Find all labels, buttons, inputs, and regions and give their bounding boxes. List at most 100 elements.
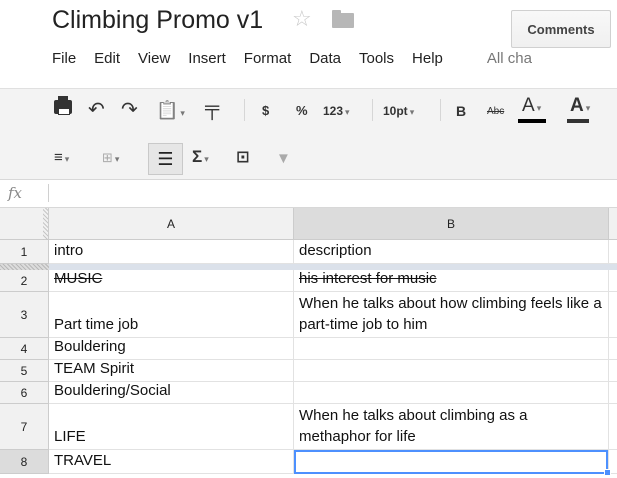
table-row: 3 Part time job When he talks about how … (0, 292, 617, 338)
align-left-icon: ≡ (54, 149, 63, 166)
cell-b1[interactable]: description (294, 240, 609, 264)
text-color-caret-icon: ▾ (536, 103, 542, 113)
cell-a4[interactable]: Bouldering (49, 338, 294, 360)
menu-tools[interactable]: Tools (359, 50, 394, 70)
comments-button[interactable]: Comments (511, 10, 611, 48)
percent-format-button[interactable]: % (296, 101, 308, 121)
cell-c3[interactable] (609, 292, 617, 338)
text-color-icon: A (522, 95, 535, 116)
fill-handle[interactable] (604, 469, 611, 476)
redo-icon[interactable]: ↷ (121, 100, 138, 120)
more-formats-caret-icon: ▾ (345, 107, 350, 117)
cell-a2[interactable]: MUSIC (49, 270, 294, 292)
cell-a6[interactable]: Bouldering/Social (49, 382, 294, 404)
title-area: Climbing Promo v1 ☆ Comments File Edit V… (0, 0, 617, 88)
column-header-c[interactable] (609, 208, 617, 240)
column-header-b[interactable]: B (294, 208, 609, 240)
functions-caret-icon: ▾ (204, 154, 209, 164)
menu-help[interactable]: Help (412, 50, 443, 70)
toolbar-divider (440, 99, 441, 121)
row-header[interactable]: 5 (0, 360, 49, 382)
align-button[interactable]: ≡ ▾ (54, 148, 69, 169)
text-color-button[interactable]: A ▾ (522, 96, 541, 118)
menu-view[interactable]: View (138, 50, 170, 70)
table-row: 7 LIFE When he talks about climbing as a… (0, 404, 617, 450)
row-header[interactable]: 1 (0, 240, 49, 264)
row-header[interactable]: 8 (0, 450, 49, 474)
save-status[interactable]: All cha (487, 50, 532, 70)
cell-a7[interactable]: LIFE (49, 404, 294, 450)
fill-color-caret-icon: ▾ (585, 103, 591, 113)
column-header-a[interactable]: A (49, 208, 294, 240)
table-row: 5 TEAM Spirit (0, 360, 617, 382)
insert-chart-icon[interactable]: ⊡ (236, 148, 249, 168)
menubar: File Edit View Insert Format Data Tools … (52, 50, 532, 70)
table-row: 2 MUSIC his interest for music (0, 270, 617, 292)
fill-color-icon: A (570, 95, 584, 116)
cell-a1[interactable]: intro (49, 240, 294, 264)
menu-insert[interactable]: Insert (188, 50, 226, 70)
row-header[interactable]: 6 (0, 382, 49, 404)
cell-a3[interactable]: Part time job (49, 292, 294, 338)
cell-c5[interactable] (609, 360, 617, 382)
menu-file[interactable]: File (52, 50, 76, 70)
formula-bar[interactable]: fx (0, 180, 617, 208)
merge-caret-icon: ▾ (114, 154, 120, 164)
paint-format-icon[interactable]: ╤ (205, 98, 219, 118)
more-formats-label: 123 (323, 104, 344, 118)
cell-b3[interactable]: When he talks about how climbing feels l… (294, 292, 609, 338)
font-size-caret-icon: ▾ (409, 107, 415, 117)
font-size-select[interactable]: 10pt ▾ (383, 101, 414, 122)
cell-c7[interactable] (609, 404, 617, 450)
row-header[interactable]: 4 (0, 338, 49, 360)
paste-caret-icon: ▾ (180, 108, 185, 118)
cell-c2[interactable] (609, 270, 617, 292)
row-header[interactable]: 2 (0, 270, 49, 292)
currency-format-button[interactable]: $ (262, 101, 269, 121)
print-icon[interactable] (54, 96, 72, 115)
table-row: 1 intro description (0, 240, 617, 264)
menu-edit[interactable]: Edit (94, 50, 120, 70)
fill-color-button[interactable]: A ▾ (570, 96, 590, 118)
toolbar-divider (244, 99, 245, 121)
star-icon[interactable]: ☆ (292, 6, 312, 32)
fill-color-swatch (567, 119, 589, 123)
fx-icon: fx (8, 184, 23, 202)
sum-icon: Σ (192, 147, 203, 166)
spreadsheet-grid: A B 1 intro description 2 MUSIC his inte… (0, 208, 617, 478)
menu-format[interactable]: Format (244, 50, 292, 70)
functions-button[interactable]: Σ ▾ (192, 147, 209, 169)
cell-b6[interactable] (294, 382, 609, 404)
table-row: 6 Bouldering/Social (0, 382, 617, 404)
text-color-swatch (518, 119, 546, 123)
active-cell-selection[interactable] (294, 450, 608, 474)
cell-c4[interactable] (609, 338, 617, 360)
table-row: 4 Bouldering (0, 338, 617, 360)
wrap-text-icon: ☰ (157, 148, 174, 169)
strikethrough-button[interactable]: Abc (487, 102, 504, 122)
select-all-corner[interactable] (0, 208, 49, 240)
toolbar-divider (372, 99, 373, 121)
more-formats-button[interactable]: 123 ▾ (323, 101, 350, 122)
cell-b2[interactable]: his interest for music (294, 270, 609, 292)
cell-b4[interactable] (294, 338, 609, 360)
document-title[interactable]: Climbing Promo v1 (52, 6, 263, 35)
filter-icon[interactable]: ▼ (276, 149, 291, 169)
merge-cells-button[interactable]: ⊞ ▾ (102, 148, 119, 169)
cell-c6[interactable] (609, 382, 617, 404)
wrap-text-button[interactable]: ☰ (148, 143, 183, 175)
cell-a8[interactable]: TRAVEL (49, 450, 294, 474)
undo-icon[interactable]: ↶ (88, 100, 105, 120)
folder-icon[interactable] (332, 10, 354, 28)
cell-c1[interactable] (609, 240, 617, 264)
cell-b5[interactable] (294, 360, 609, 382)
row-header[interactable]: 3 (0, 292, 49, 338)
merge-icon: ⊞ (102, 150, 113, 165)
bold-button[interactable]: B (456, 101, 466, 121)
clipboard-icon: 📋 (156, 100, 179, 120)
menu-data[interactable]: Data (309, 50, 341, 70)
cell-b7[interactable]: When he talks about climbing as a methap… (294, 404, 609, 450)
row-header[interactable]: 7 (0, 404, 49, 450)
paste-icon[interactable]: 📋 ▾ (156, 100, 185, 123)
cell-a5[interactable]: TEAM Spirit (49, 360, 294, 382)
